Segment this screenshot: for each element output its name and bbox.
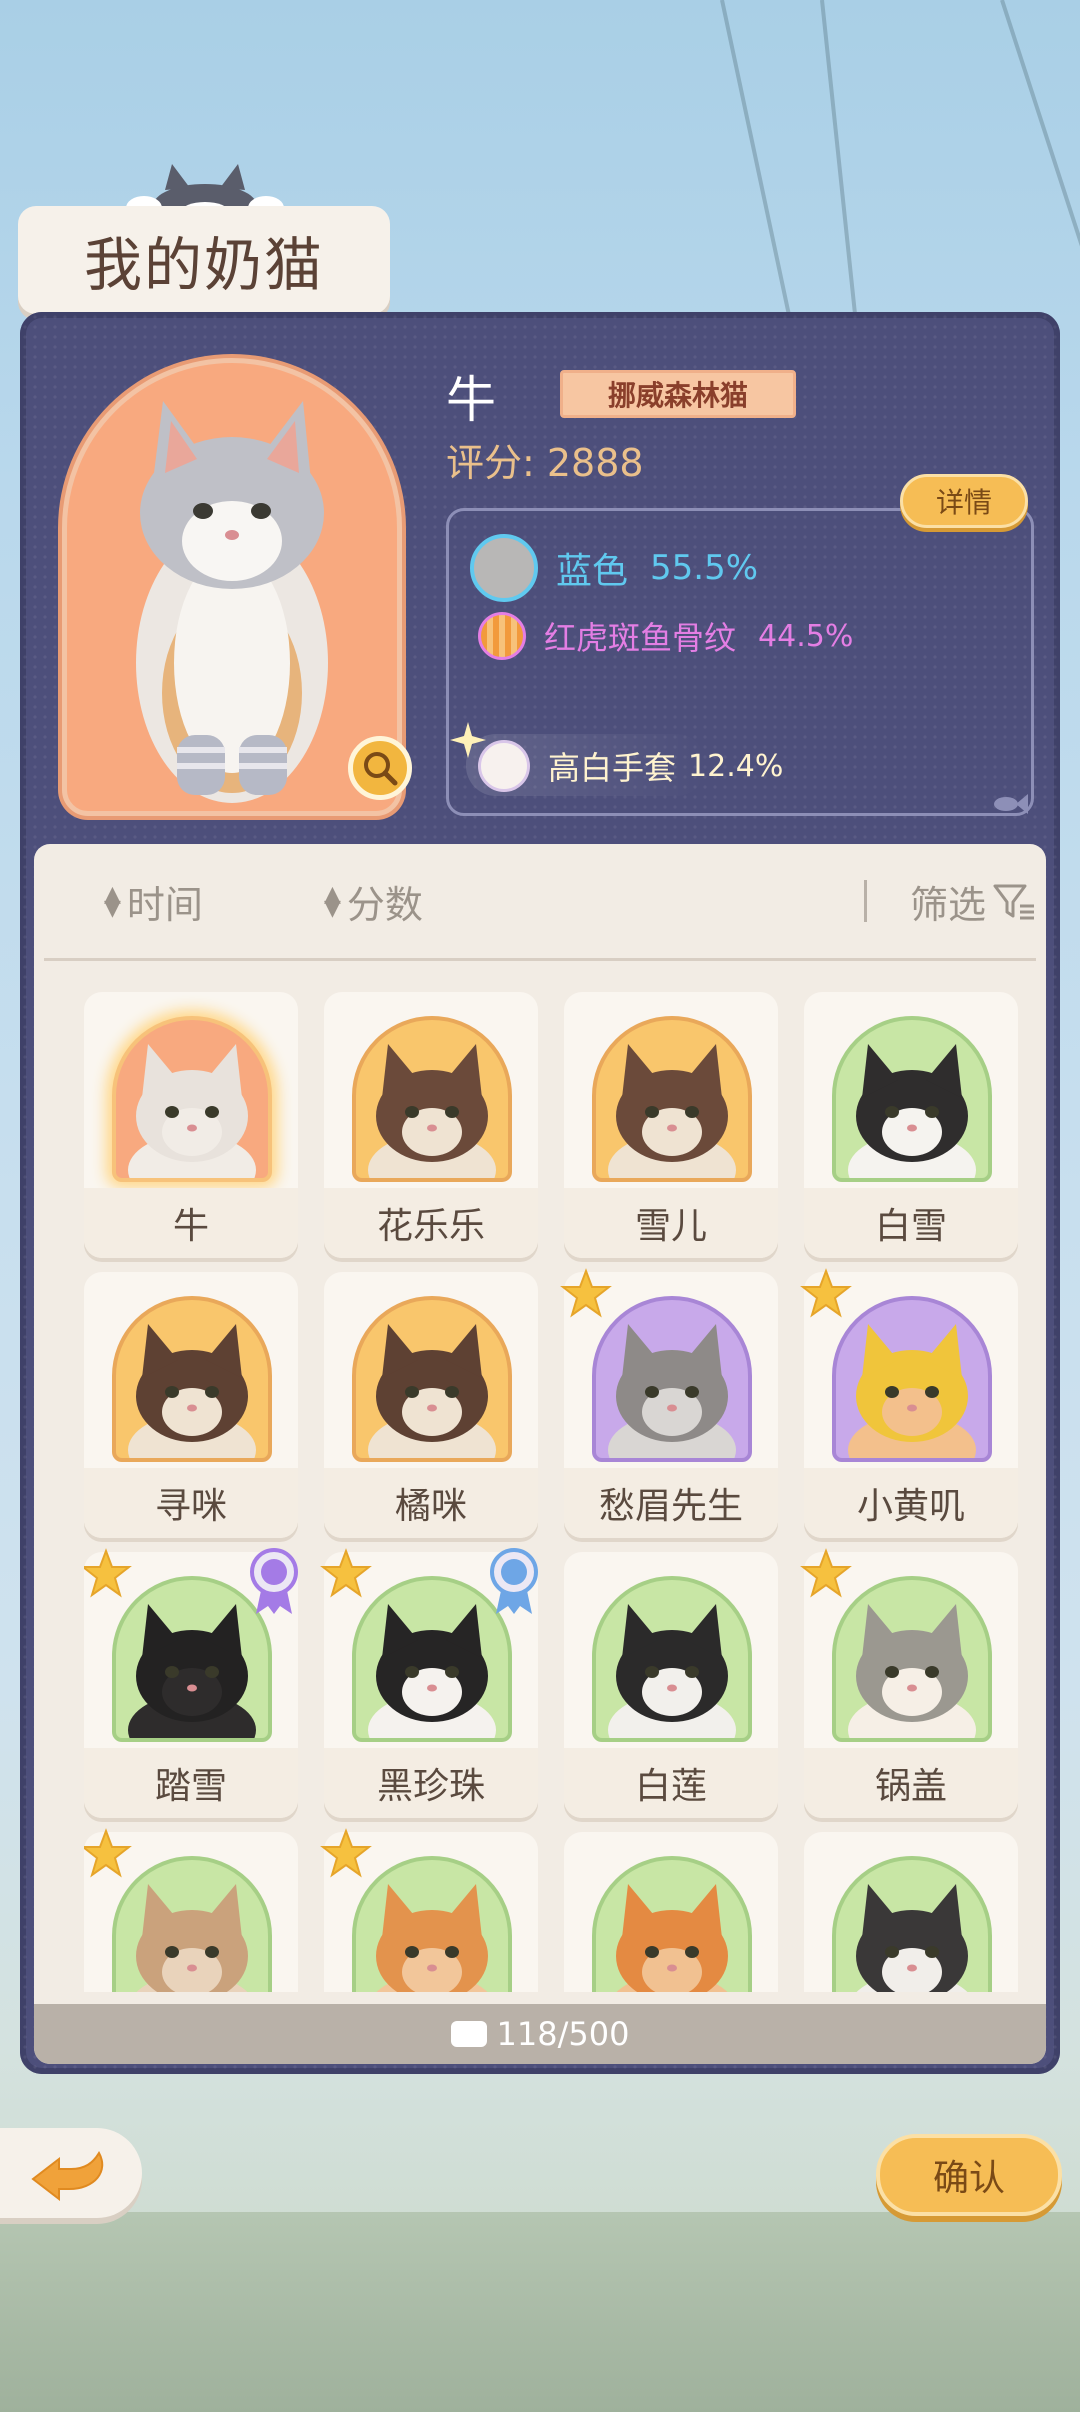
cat-portrait [592,1856,752,1992]
cat-card[interactable]: 寻咪 [84,1272,298,1538]
cat-name: 愁眉先生 [564,1468,778,1538]
detail-button[interactable]: 详情 [900,474,1028,528]
cat-name: 黑珍珠 [324,1748,538,1818]
sort-by-score-button[interactable]: ▲ ▼ 分数 [324,874,423,929]
cat-card[interactable]: 黑珍珠 [320,1548,538,1818]
fish-icon [994,794,1028,814]
cat-portrait [592,1016,752,1182]
cat-name: 寻咪 [84,1468,298,1538]
cat-name: 小黄叽 [804,1468,1018,1538]
cat-name: 花乐乐 [324,1188,538,1258]
star-icon [800,1268,852,1318]
cat-card[interactable]: 白莲 [564,1552,778,1818]
gene-percent: 44.5% [758,618,854,654]
cat-card[interactable]: 雪儿 [564,992,778,1258]
cat-name: 白雪 [804,1188,1018,1258]
gene-row-white: 高白手套 12.4% [478,740,783,792]
cat-name: 白莲 [564,1748,778,1818]
cat-portrait [592,1296,752,1462]
back-arrow-icon [31,2150,104,2201]
cat-portrait [832,1296,992,1462]
cat-portrait [352,1016,512,1182]
gene-label: 红虎斑鱼骨纹 [544,619,737,657]
cat-card[interactable]: 橘咪 [324,1272,538,1538]
star-icon [84,1548,132,1598]
cat-card[interactable] [804,1832,1018,1992]
filter-label: 筛选 [910,883,987,927]
cat-name: 踏雪 [84,1748,298,1818]
cat-portrait [592,1576,752,1742]
capacity-count: 118/500 [496,2015,630,2053]
cat-name: 牛 [84,1188,298,1258]
score-text: 评分: 2888 [446,441,644,485]
breed-badge: 挪威森林猫 [560,370,796,418]
cat-card[interactable]: 牛 [84,992,298,1258]
filter-button[interactable]: 筛选 [910,874,1036,929]
gene-percent: 55.5% [650,548,759,588]
cat-portrait [832,1016,992,1182]
medal-icon [250,1548,298,1614]
filter-icon [993,884,1035,919]
divider [44,958,1036,961]
cat-list-area: ▲ ▼ 时间 ▲ ▼ 分数 筛选 牛花乐乐 雪儿 白雪寻咪 橘咪 愁眉先生 小黄叽踏雪 黑珍珠白… [34,844,1046,2064]
cat-card[interactable]: 白雪 [804,992,1018,1258]
gene-swatch [478,612,526,660]
selected-cat-portrait[interactable] [62,358,402,816]
cat-card[interactable]: 锅盖 [800,1548,1018,1818]
cat-portrait [832,1856,992,1992]
cat-card[interactable]: 愁眉先生 [560,1268,778,1538]
cat-portrait [832,1576,992,1742]
medal-icon [490,1548,538,1614]
cat-card[interactable]: 踏雪 [84,1548,298,1818]
cat-portrait [112,1856,272,1992]
selected-cat-image [136,401,328,803]
gene-label: 高白手套 [548,749,677,787]
sort-by-time-button[interactable]: ▲ ▼ 时间 [104,874,203,929]
cat-name: 锅盖 [804,1748,1018,1818]
selected-cat-name: 牛 [446,371,496,429]
star-icon [320,1548,372,1598]
sort-score-label: 分数 [346,883,423,927]
gene-percent: 12.4% [688,748,784,784]
star-icon [560,1268,612,1318]
storage-icon [450,2021,487,2047]
gene-row-pattern: 红虎斑鱼骨纹 44.5% [478,612,853,660]
sort-time-label: 时间 [126,883,203,927]
sort-arrows-icon: ▲ ▼ [324,881,341,921]
star-icon [800,1548,852,1598]
cat-card[interactable]: 小黄叽 [800,1268,1018,1538]
gene-row-color: 蓝色 55.5% [470,534,758,602]
sort-bar: ▲ ▼ 时间 ▲ ▼ 分数 筛选 [34,844,1046,956]
zoom-button[interactable] [348,736,412,800]
page-title-tab: 我的奶猫 [18,206,390,314]
cat-portrait [112,1016,272,1182]
cat-portrait [352,1296,512,1462]
gene-swatch [478,740,530,792]
star-icon [320,1828,372,1878]
cat-portrait [112,1296,272,1462]
page-title: 我的奶猫 [83,231,324,299]
cat-card[interactable] [84,1828,298,1992]
sort-arrows-icon: ▲ ▼ [104,881,121,921]
gene-swatch [470,534,538,602]
capacity-bar: 118/500 [34,2004,1046,2064]
cat-collection-panel: 牛 挪威森林猫 评分: 2888 详情 蓝色 55.5% 红虎斑鱼骨纹 44.5… [20,312,1060,2074]
cat-card[interactable] [564,1832,778,1992]
back-button[interactable] [0,2128,142,2218]
confirm-button[interactable]: 确认 [876,2134,1062,2216]
cat-grid: 牛花乐乐 雪儿 白雪寻咪 橘咪 愁眉先生 小黄叽踏雪 黑珍珠 白莲 锅盖 [84,992,1040,1992]
magnifier-icon [364,752,398,786]
gene-label: 蓝色 [556,551,629,592]
cat-name: 雪儿 [564,1188,778,1258]
cat-portrait [352,1856,512,1992]
cat-card[interactable]: 花乐乐 [324,992,538,1258]
star-icon [84,1828,132,1878]
cat-name: 橘咪 [324,1468,538,1538]
divider [864,880,867,922]
cat-card[interactable] [320,1828,538,1992]
